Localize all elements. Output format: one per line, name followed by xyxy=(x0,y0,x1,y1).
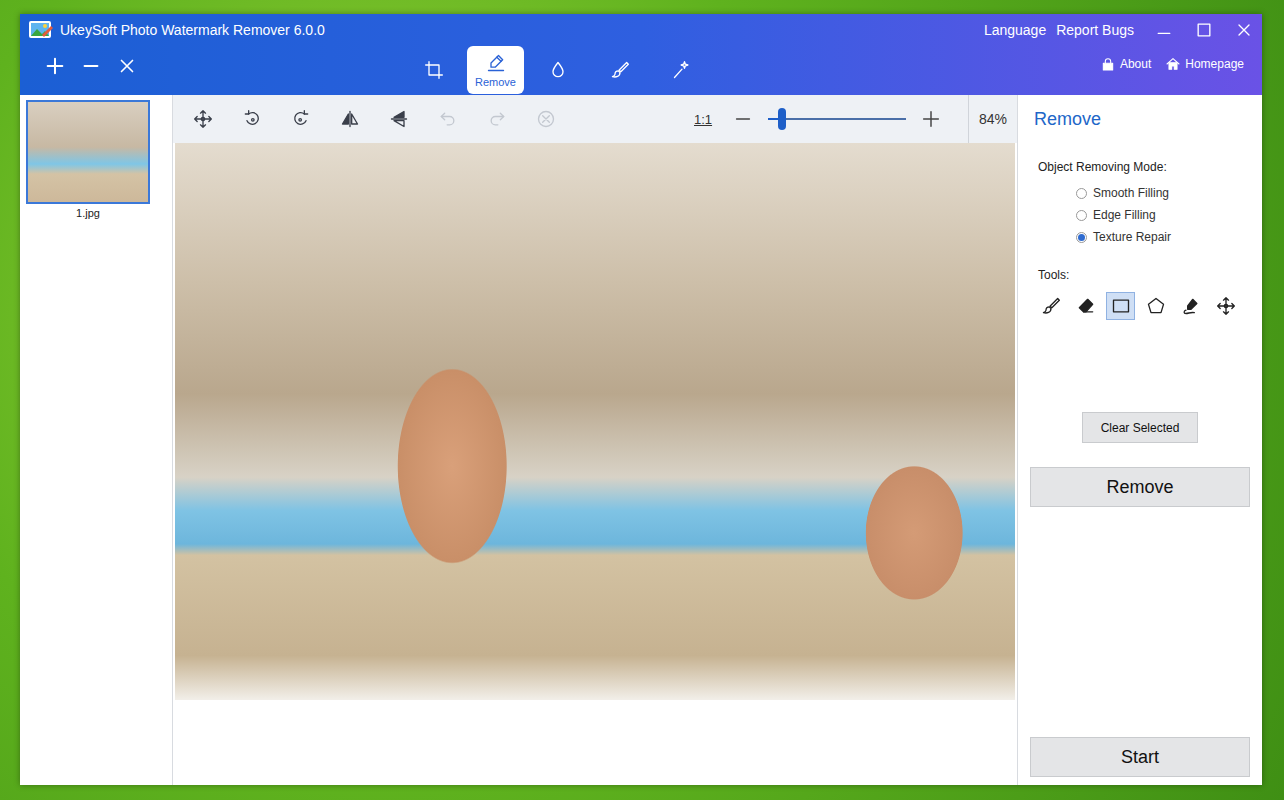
undo-icon[interactable] xyxy=(423,101,472,137)
header-link[interactable]: Language xyxy=(984,22,1046,38)
watermark-icon xyxy=(548,60,568,80)
remove-icon xyxy=(486,53,506,73)
header-link[interactable]: Report Bugs xyxy=(1056,22,1134,38)
rotate-right-icon[interactable] xyxy=(276,101,325,137)
tab[interactable]: Remove xyxy=(467,46,524,94)
crop-icon xyxy=(424,60,444,80)
lasso-icon[interactable] xyxy=(1176,292,1205,320)
nav-label: About xyxy=(1120,57,1151,71)
mode-radio[interactable] xyxy=(1076,232,1087,243)
photo[interactable] xyxy=(175,143,1015,700)
magic-icon xyxy=(672,60,692,80)
lock-icon xyxy=(1100,56,1116,72)
start-button[interactable]: Start xyxy=(1030,737,1250,777)
minimize-icon[interactable] xyxy=(1154,20,1174,40)
move-icon[interactable] xyxy=(178,101,227,137)
title-bar: UkeySoft Photo Watermark Remover 6.0.0La… xyxy=(20,14,1262,95)
file-name: 1.jpg xyxy=(76,207,100,219)
nav-link[interactable]: About xyxy=(1100,56,1151,72)
mode-option[interactable]: Texture Repair xyxy=(1076,230,1250,244)
mode-label-text: Edge Filling xyxy=(1093,208,1156,222)
zoom-reading: 84% xyxy=(969,111,1017,127)
clear-selected-button[interactable]: Clear Selected xyxy=(1082,412,1199,443)
app-logo-icon xyxy=(28,19,54,41)
image-canvas[interactable] xyxy=(173,143,1017,785)
rotate-left-icon[interactable] xyxy=(227,101,276,137)
redo-icon[interactable] xyxy=(472,101,521,137)
zoom-handle[interactable] xyxy=(778,108,786,130)
panel-title: Remove xyxy=(1030,109,1250,130)
cancel-icon[interactable] xyxy=(521,101,570,137)
rectangle-icon[interactable] xyxy=(1106,292,1135,320)
flip-horizontal-icon[interactable] xyxy=(325,101,374,137)
home-icon xyxy=(1165,56,1181,72)
remove-panel: Remove Object Removing Mode: Smooth Fillin… xyxy=(1018,95,1262,785)
eraser-icon[interactable] xyxy=(1071,292,1100,320)
tab[interactable] xyxy=(591,46,648,94)
nav-link[interactable]: Homepage xyxy=(1165,56,1244,72)
tools-label: Tools: xyxy=(1038,268,1250,282)
remove-file-icon[interactable] xyxy=(80,55,102,77)
polygon-icon[interactable] xyxy=(1141,292,1170,320)
brush-icon xyxy=(610,60,630,80)
remove-button[interactable]: Remove xyxy=(1030,467,1250,507)
clear-files-icon[interactable] xyxy=(116,55,138,77)
tab[interactable] xyxy=(529,46,586,94)
zoom-out-icon[interactable] xyxy=(732,108,754,130)
mode-label: Object Removing Mode: xyxy=(1038,160,1250,174)
zoom-slider[interactable] xyxy=(768,118,906,120)
close-icon[interactable] xyxy=(1234,20,1254,40)
actual-size-button[interactable]: 1:1 xyxy=(688,112,718,127)
brush-icon[interactable] xyxy=(1036,292,1065,320)
tab-label: Remove xyxy=(475,76,516,88)
mode-option[interactable]: Smooth Filling xyxy=(1076,186,1250,200)
zoom-in-icon[interactable] xyxy=(920,108,942,130)
window-title: UkeySoft Photo Watermark Remover 6.0.0 xyxy=(60,22,984,38)
canvas-toolbar: 1:1 84% xyxy=(173,95,1017,143)
tab[interactable] xyxy=(653,46,710,94)
mode-radio[interactable] xyxy=(1076,210,1087,221)
thumbnail-photo xyxy=(28,102,148,202)
mode-radio[interactable] xyxy=(1076,188,1087,199)
file-thumbnail[interactable] xyxy=(26,100,150,204)
mode-label-text: Texture Repair xyxy=(1093,230,1171,244)
nav-label: Homepage xyxy=(1185,57,1244,71)
maximize-icon[interactable] xyxy=(1194,20,1214,40)
file-item[interactable]: 1.jpg xyxy=(26,100,150,219)
tab[interactable] xyxy=(405,46,462,94)
mode-option[interactable]: Edge Filling xyxy=(1076,208,1250,222)
flip-vertical-icon[interactable] xyxy=(374,101,423,137)
add-file-icon[interactable] xyxy=(44,55,66,77)
file-list: 1.jpg xyxy=(20,95,172,785)
mode-label-text: Smooth Filling xyxy=(1093,186,1169,200)
app-window: UkeySoft Photo Watermark Remover 6.0.0La… xyxy=(20,14,1262,785)
move-icon[interactable] xyxy=(1211,292,1240,320)
